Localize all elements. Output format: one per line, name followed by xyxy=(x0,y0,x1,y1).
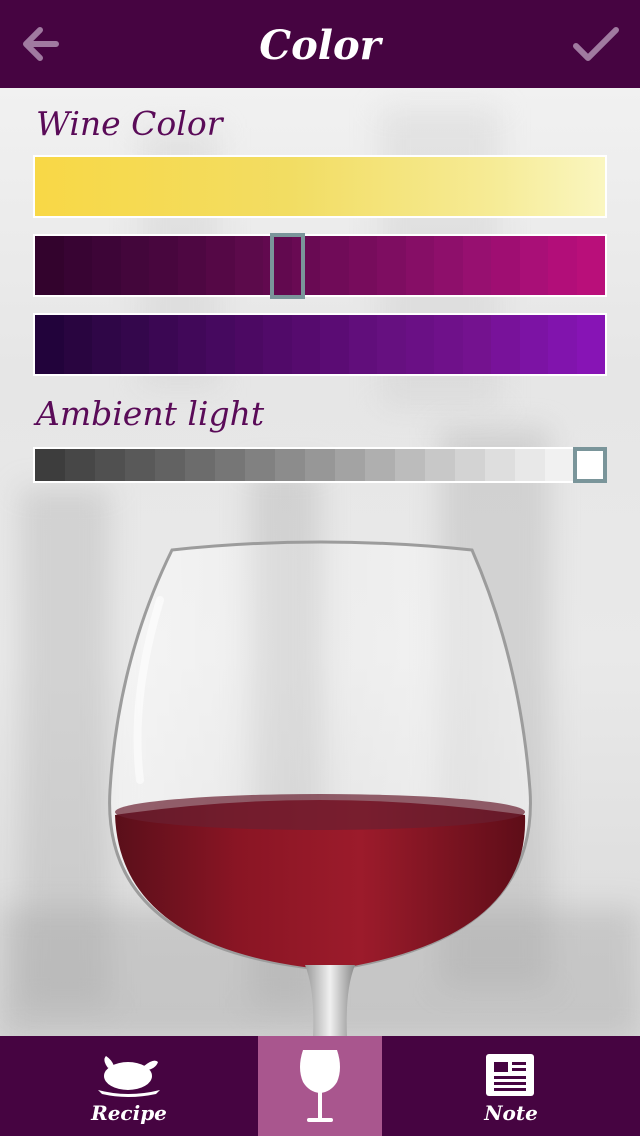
wine-surface xyxy=(115,794,525,830)
wine-color-purple-swatch[interactable] xyxy=(491,315,520,374)
ambient-light-swatch[interactable] xyxy=(485,449,515,481)
tab-note-label: Note xyxy=(484,1101,538,1125)
ambient-light-swatch[interactable] xyxy=(185,449,215,481)
wine-color-purple-swatch[interactable] xyxy=(377,315,406,374)
ambient-light-swatch[interactable] xyxy=(125,449,155,481)
wine-color-purple-swatch[interactable] xyxy=(291,315,320,374)
wine-color-purple-swatch[interactable] xyxy=(263,315,292,374)
ambient-light-swatch[interactable] xyxy=(455,449,485,481)
ambient-light-swatch[interactable] xyxy=(275,449,305,481)
wine-color-red-swatch[interactable] xyxy=(320,236,349,295)
wine-color-purple-swatch[interactable] xyxy=(462,315,491,374)
wine-color-purple-swatch[interactable] xyxy=(434,315,463,374)
ambient-light-swatch[interactable] xyxy=(65,449,95,481)
page-title: Color xyxy=(259,22,381,69)
wine-color-red-swatch[interactable] xyxy=(177,236,206,295)
wine-color-row-red xyxy=(33,234,607,297)
wine-color-red-swatch[interactable] xyxy=(35,236,64,295)
wine-color-red-swatch[interactable] xyxy=(377,236,406,295)
ambient-light-swatch[interactable] xyxy=(155,449,185,481)
header-bar: Color xyxy=(0,0,640,88)
ambient-light-label: Ambient light xyxy=(36,394,265,433)
ambient-light-swatch[interactable] xyxy=(515,449,545,481)
wine-color-label: Wine Color xyxy=(36,104,223,143)
wine-color-purple-swatch[interactable] xyxy=(177,315,206,374)
ambient-light-row xyxy=(33,447,607,483)
ambient-light-swatch[interactable] xyxy=(425,449,455,481)
wine-color-purple-swatch[interactable] xyxy=(405,315,434,374)
wine-color-purple-swatch[interactable] xyxy=(234,315,263,374)
notepad-icon xyxy=(486,1054,534,1096)
wine-color-red-swatch[interactable] xyxy=(63,236,92,295)
wine-color-red-swatch[interactable] xyxy=(519,236,548,295)
wine-color-purple-swatch[interactable] xyxy=(576,315,605,374)
wine-color-purple-swatch[interactable] xyxy=(348,315,377,374)
wine-color-red-swatch[interactable] xyxy=(348,236,377,295)
wine-color-red-swatch[interactable] xyxy=(434,236,463,295)
wine-color-red-swatch[interactable] xyxy=(405,236,434,295)
ambient-light-swatch[interactable] xyxy=(245,449,275,481)
wine-color-red-swatch[interactable] xyxy=(149,236,178,295)
wine-glass-icon xyxy=(300,1050,340,1122)
ambient-light-swatch[interactable] xyxy=(545,449,575,481)
wine-color-purple-swatch[interactable] xyxy=(120,315,149,374)
wine-color-red-swatch[interactable] xyxy=(92,236,121,295)
wine-color-red-swatch[interactable] xyxy=(291,236,320,295)
wine-glass-illustration xyxy=(108,540,532,1036)
tab-note[interactable]: Note xyxy=(382,1036,640,1136)
tab-recipe[interactable]: Recipe xyxy=(0,1036,258,1136)
ambient-light-swatch[interactable] xyxy=(395,449,425,481)
wine-color-red-swatch[interactable] xyxy=(234,236,263,295)
wine-color-purple-swatch[interactable] xyxy=(92,315,121,374)
ambient-light-swatch[interactable] xyxy=(95,449,125,481)
bottom-tab-bar: Recipe Note xyxy=(0,1036,640,1136)
wine-color-purple-swatch[interactable] xyxy=(548,315,577,374)
wine-color-row-yellow[interactable] xyxy=(33,155,607,218)
ambient-light-swatch[interactable] xyxy=(365,449,395,481)
wine-color-purple-swatch[interactable] xyxy=(206,315,235,374)
wine-color-purple-swatch[interactable] xyxy=(320,315,349,374)
wine-color-red-swatch[interactable] xyxy=(576,236,605,295)
checkmark-icon xyxy=(573,27,619,61)
wine-color-purple-swatch[interactable] xyxy=(63,315,92,374)
wine-color-red-swatch[interactable] xyxy=(120,236,149,295)
wine-color-purple-swatch[interactable] xyxy=(519,315,548,374)
ambient-light-swatch[interactable] xyxy=(335,449,365,481)
glass-stem xyxy=(305,965,355,1036)
wine-color-red-swatch[interactable] xyxy=(263,236,292,295)
wine-color-row-purple xyxy=(33,313,607,376)
tab-recipe-label: Recipe xyxy=(91,1101,167,1125)
ambient-light-swatch[interactable] xyxy=(305,449,335,481)
roast-turkey-icon xyxy=(98,1056,160,1097)
wine-color-red-swatch[interactable] xyxy=(462,236,491,295)
ambient-light-swatch[interactable] xyxy=(35,449,65,481)
wine-color-purple-swatch[interactable] xyxy=(35,315,64,374)
tab-glass[interactable] xyxy=(258,1036,382,1136)
ambient-light-swatch[interactable] xyxy=(215,449,245,481)
wine-color-purple-swatch[interactable] xyxy=(149,315,178,374)
wine-color-red-swatch[interactable] xyxy=(548,236,577,295)
wine-color-red-swatch[interactable] xyxy=(491,236,520,295)
ambient-light-swatch[interactable] xyxy=(575,449,605,481)
wine-color-red-swatch[interactable] xyxy=(206,236,235,295)
done-button[interactable] xyxy=(570,20,622,68)
